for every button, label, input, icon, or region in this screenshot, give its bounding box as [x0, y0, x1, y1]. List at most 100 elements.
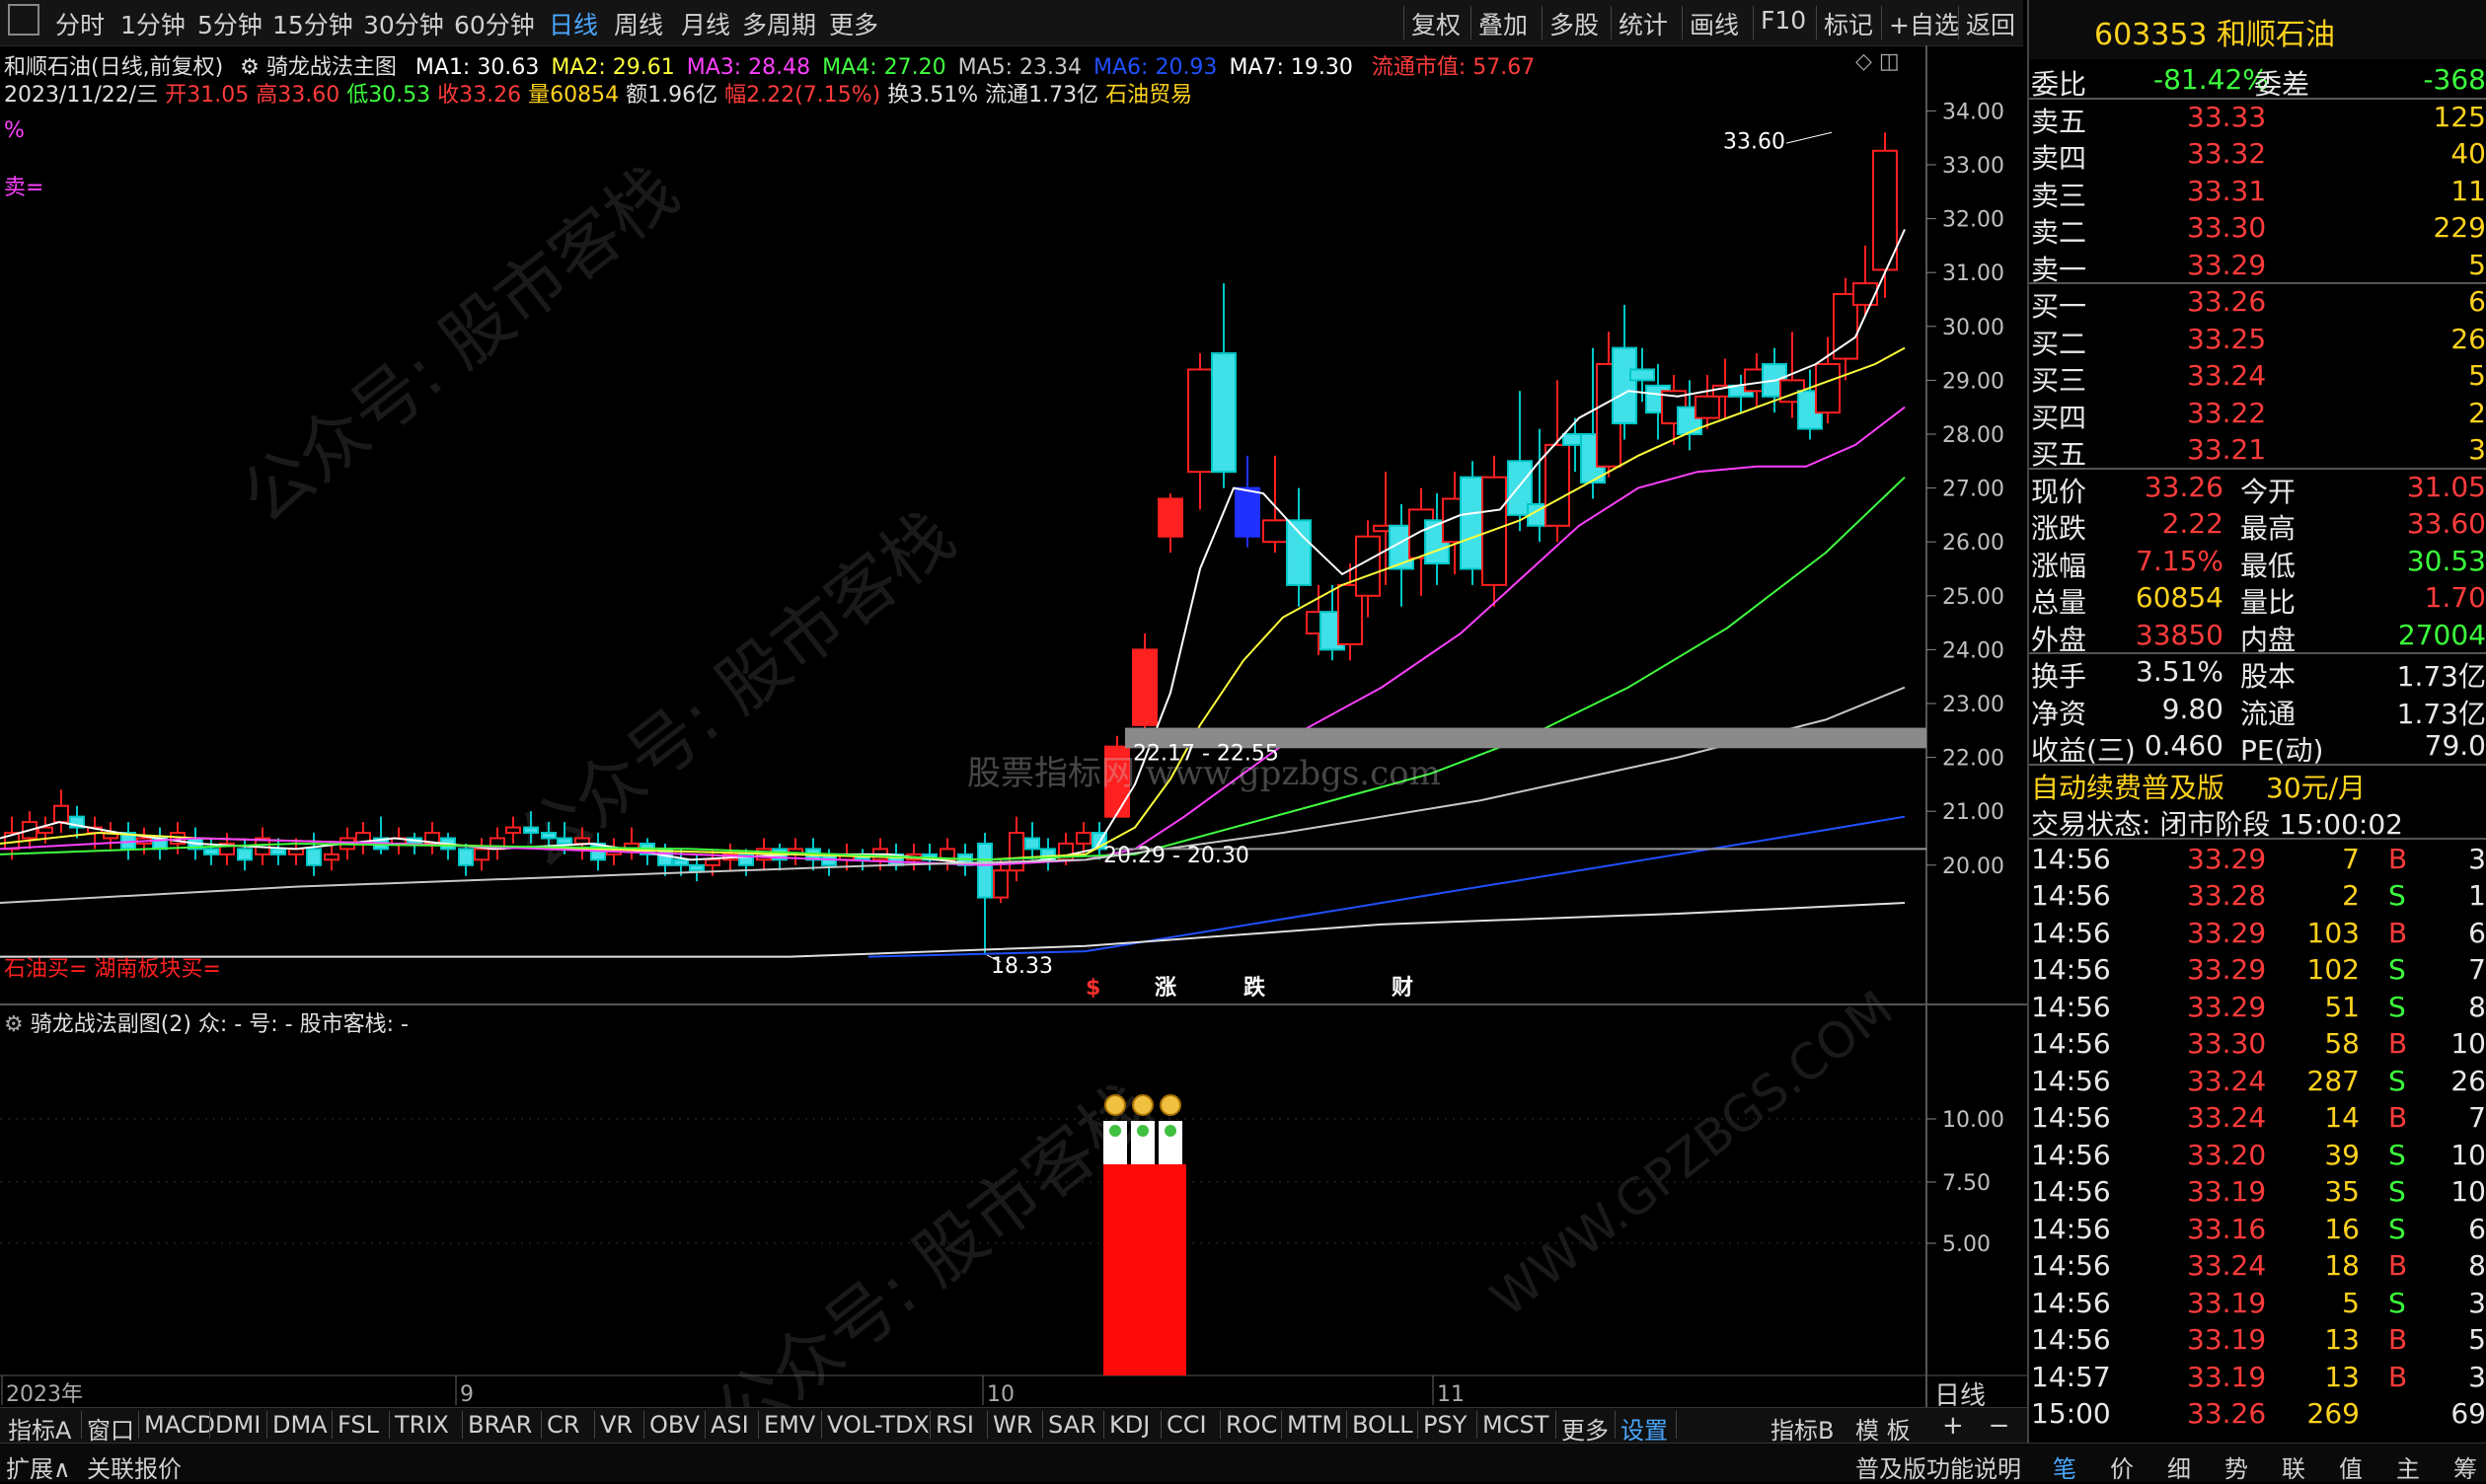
- stock-header: 603353 和顺石油: [2029, 0, 2486, 59]
- tick-vol: 58: [2324, 1027, 2360, 1060]
- indicator-tab-11[interactable]: ASI: [711, 1411, 749, 1439]
- indicator-tab-19[interactable]: ROC: [1226, 1411, 1277, 1439]
- zoom-controls[interactable]: + −: [1942, 1411, 2009, 1441]
- tick-row-6: 14:56 33.24 287 S 26: [2029, 1063, 2486, 1099]
- tick-vol: 35: [2324, 1175, 2360, 1208]
- period-label[interactable]: 日线: [1934, 1375, 1986, 1412]
- toolbar-button-8[interactable]: 返回: [1966, 6, 2015, 41]
- function-help-link[interactable]: 普及版功能说明: [1855, 1449, 2021, 1484]
- indicator-right-0[interactable]: 指标B: [1770, 1411, 1834, 1446]
- stat-row-2: 涨幅 7.15% 最低 30.53: [2029, 543, 2486, 582]
- tick-price: 33.24: [2187, 1101, 2267, 1134]
- period-tab-1[interactable]: 1分钟: [120, 6, 186, 41]
- indicator-tab-9[interactable]: VR: [600, 1411, 633, 1439]
- indicator-tab-22[interactable]: PSY: [1423, 1411, 1467, 1439]
- price-tick-label: 20.00: [1942, 854, 2004, 879]
- period-tab-7[interactable]: 周线: [614, 6, 663, 41]
- stat2-row-1: 净资 9.80 流通 1.73亿: [2029, 691, 2486, 730]
- bid-vol: 2: [2468, 396, 2486, 429]
- indicator-tab-divider: [389, 1411, 390, 1439]
- indicator-tab-15[interactable]: WR: [993, 1411, 1032, 1439]
- bid-row-2: 买三 33.24 5: [2029, 357, 2486, 397]
- period-tab-8[interactable]: 月线: [681, 6, 730, 41]
- period-tab-2[interactable]: 5分钟: [197, 6, 263, 41]
- stat-label: 总量: [2031, 586, 2087, 619]
- indicator-tab-23[interactable]: MCST: [1482, 1411, 1548, 1439]
- toolbar-button-4[interactable]: 画线: [1690, 6, 1739, 41]
- period-tab-4[interactable]: 30分钟: [363, 6, 444, 41]
- ask-label: 卖二: [2031, 216, 2087, 249]
- indicator-tab-4[interactable]: DMA: [272, 1411, 328, 1439]
- candle-body: [541, 832, 557, 840]
- indicator-tab-17[interactable]: KDJ: [1109, 1411, 1150, 1439]
- quote-tab-0[interactable]: 笔: [2053, 1449, 2076, 1484]
- indicator-tab-5[interactable]: FSL: [338, 1411, 379, 1439]
- tick-time: 14:56: [2031, 1212, 2111, 1245]
- period-tab-0[interactable]: 分时: [55, 6, 105, 41]
- indicator-tab-18[interactable]: CCI: [1167, 1411, 1207, 1439]
- tick-time: 14:56: [2031, 1101, 2111, 1134]
- ask-label: 卖三: [2031, 179, 2087, 212]
- tick-side: S: [2388, 1064, 2406, 1097]
- indicator-tab-1[interactable]: 窗口: [87, 1411, 134, 1446]
- tick-price: 33.29: [2187, 953, 2267, 986]
- indicator-tab-3[interactable]: DMI: [215, 1411, 261, 1439]
- indicator-tab-16[interactable]: SAR: [1048, 1411, 1096, 1439]
- indicator-tab-14[interactable]: RSI: [936, 1411, 974, 1439]
- quote-tab-4[interactable]: 联: [2282, 1449, 2305, 1484]
- indicator-tab-13[interactable]: VOL-TDX: [827, 1411, 930, 1439]
- indicator-right-1[interactable]: 模 板: [1855, 1411, 1911, 1446]
- amp-label: 幅2.22(7.15%): [724, 83, 881, 108]
- quote-tab-2[interactable]: 细: [2167, 1449, 2191, 1484]
- tick-row-8: 14:56 33.20 39 S 10: [2029, 1137, 2486, 1173]
- toolbar-button-7[interactable]: +自选: [1889, 6, 1959, 41]
- tick-row-3: 14:56 33.29 102 S 7: [2029, 951, 2486, 988]
- stat-value: 33.26: [2144, 470, 2223, 503]
- indicator-tab-0[interactable]: 指标A: [8, 1411, 71, 1446]
- bid-price: 33.25: [2187, 322, 2267, 355]
- toolbar-button-1[interactable]: 叠加: [1478, 6, 1528, 41]
- toolbar-button-0[interactable]: 复权: [1411, 6, 1461, 41]
- kline-chart[interactable]: 34.00 33.00 32.00 31.00 30.00 29.00 28.00 27.00…: [0, 45, 2027, 1407]
- ask-row-3: 卖二 33.30 229: [2029, 209, 2486, 249]
- quote-tab-7[interactable]: 筹: [2453, 1449, 2477, 1484]
- toolbar-button-6[interactable]: 标记: [1824, 6, 1873, 41]
- candle-body: [505, 826, 521, 835]
- period-tab-9[interactable]: 多周期: [742, 6, 816, 41]
- indicator-tab-21[interactable]: BOLL: [1352, 1411, 1413, 1439]
- status-left-0[interactable]: 扩展∧: [6, 1449, 71, 1484]
- main-chart-area[interactable]: 34.00 33.00 32.00 31.00 30.00 29.00 28.00 27.00…: [0, 45, 2027, 1407]
- period-tab-5[interactable]: 60分钟: [454, 6, 535, 41]
- indicator-tab-25[interactable]: 设置: [1620, 1411, 1668, 1446]
- sector-label: 石油贸易: [1105, 83, 1193, 108]
- indicator-tab-6[interactable]: TRIX: [395, 1411, 449, 1439]
- period-tab-10[interactable]: 更多: [829, 6, 878, 41]
- toolbar-button-2[interactable]: 多股: [1549, 6, 1599, 41]
- menu-icon[interactable]: [8, 4, 39, 36]
- quote-tab-5[interactable]: 值: [2339, 1449, 2363, 1484]
- period-tab-3[interactable]: 15分钟: [272, 6, 353, 41]
- weicha-value: -368: [2423, 63, 2486, 96]
- indicator-tab-12[interactable]: EMV: [764, 1411, 815, 1439]
- ask-row-2: 卖三 33.31 11: [2029, 173, 2486, 212]
- quote-tab-6[interactable]: 主: [2396, 1449, 2420, 1484]
- tick-side: B: [2388, 1360, 2408, 1393]
- float-label: 流通1.73亿: [985, 83, 1099, 108]
- period-tab-6[interactable]: 日线: [549, 6, 598, 41]
- indicator-tab-24[interactable]: 更多: [1561, 1411, 1609, 1446]
- indicator-tab-10[interactable]: OBV: [649, 1411, 700, 1439]
- status-left-1[interactable]: 关联报价: [87, 1449, 182, 1484]
- indicator-tab-20[interactable]: MTM: [1287, 1411, 1342, 1439]
- toolbar-button-3[interactable]: 统计: [1619, 6, 1668, 41]
- stat-value-2: 31.05: [2406, 470, 2486, 503]
- indicator-tab-7[interactable]: BRAR: [468, 1411, 532, 1439]
- toolbar-button-5[interactable]: F10: [1761, 6, 1806, 35]
- chart-expand-icon[interactable]: ◇ ◫: [1855, 49, 1900, 74]
- quote-tab-3[interactable]: 势: [2224, 1449, 2248, 1484]
- indicator-tab-2[interactable]: MACD: [144, 1411, 215, 1439]
- candle-body: [1211, 352, 1237, 474]
- indicator-tab-divider: [1615, 1411, 1616, 1439]
- indicator-tab-divider: [643, 1411, 644, 1439]
- indicator-tab-8[interactable]: CR: [547, 1411, 579, 1439]
- quote-tab-1[interactable]: 价: [2110, 1449, 2134, 1484]
